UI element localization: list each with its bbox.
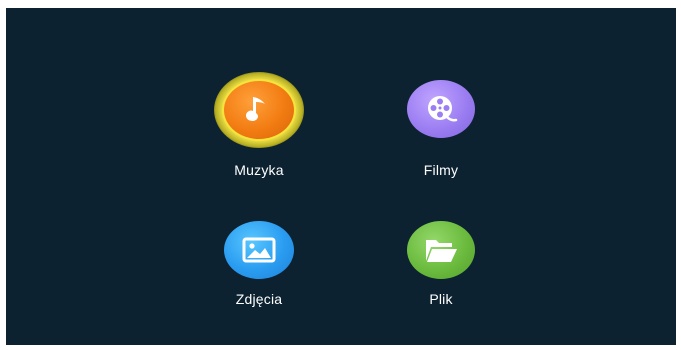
menu-item-films[interactable]: Filmy xyxy=(381,70,501,180)
menu-item-films-label: Filmy xyxy=(423,162,459,178)
film-reel-icon xyxy=(407,80,475,138)
photos-icon-container xyxy=(224,221,294,279)
menu-item-file-label: Plik xyxy=(429,291,453,307)
file-icon-container xyxy=(407,221,475,279)
music-icon-container xyxy=(214,72,304,148)
menu-item-music[interactable]: Muzyka xyxy=(199,70,319,180)
menu-item-music-label: Muzyka xyxy=(234,162,284,178)
music-note-icon xyxy=(224,81,294,139)
menu-item-photos[interactable]: Zdjęcia xyxy=(199,215,319,325)
media-menu-screen: Muzyka Filmy Zdjęcia Plik xyxy=(6,8,676,345)
films-icon-container xyxy=(407,80,475,138)
folder-icon xyxy=(407,221,475,279)
menu-item-file[interactable]: Plik xyxy=(381,215,501,325)
picture-icon xyxy=(224,221,294,279)
selection-glow xyxy=(214,72,304,148)
menu-item-photos-label: Zdjęcia xyxy=(235,291,283,307)
